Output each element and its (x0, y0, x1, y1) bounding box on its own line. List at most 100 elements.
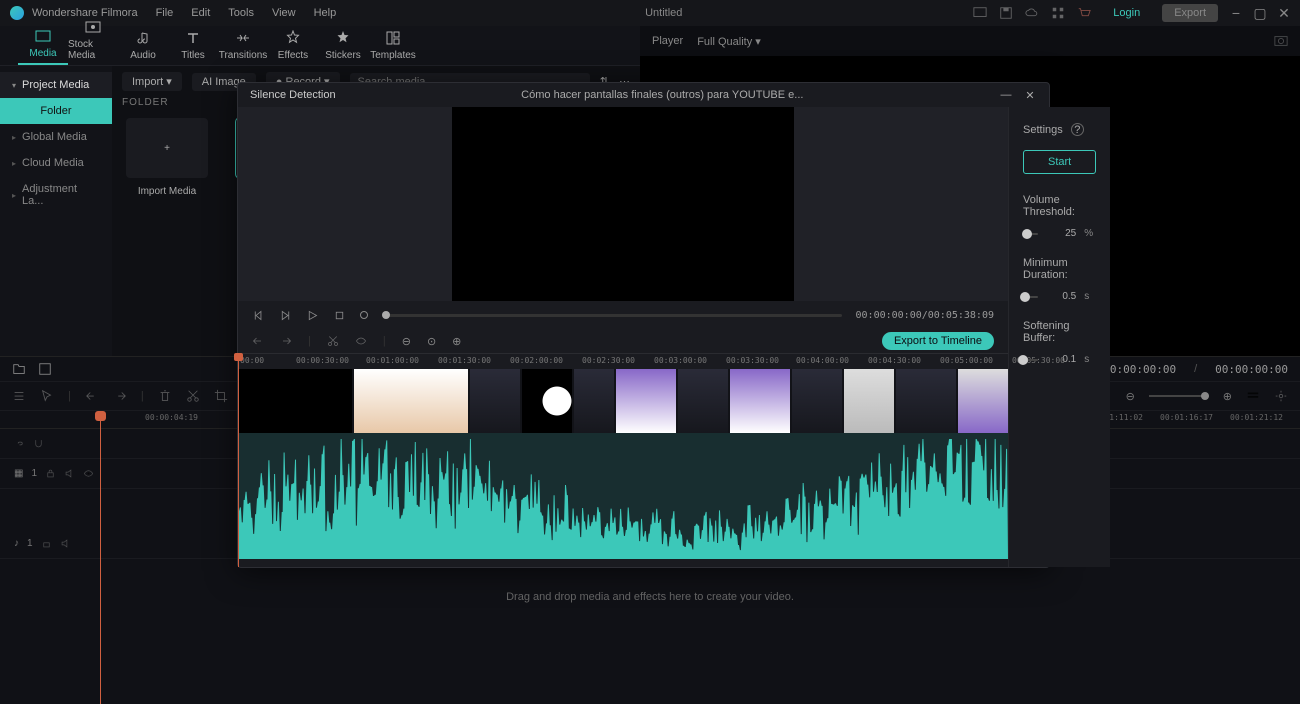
video-track-icon: ▦ (14, 468, 23, 479)
softening-buffer-unit: s (1084, 354, 1096, 365)
zoom-reset-icon[interactable]: ⊙ (427, 335, 436, 348)
eye-icon[interactable] (83, 468, 94, 479)
menu-help[interactable]: Help (314, 7, 337, 19)
modal-thumbs[interactable] (238, 369, 1008, 433)
cut-icon[interactable] (327, 335, 339, 347)
modal-playhead[interactable] (238, 353, 239, 567)
tab-media[interactable]: Media (18, 28, 68, 65)
nav-project-media[interactable]: Project Media (0, 72, 112, 98)
undo-icon[interactable] (252, 335, 264, 347)
crop-icon[interactable] (214, 389, 228, 403)
prev-icon[interactable] (279, 309, 292, 322)
adjust-icon[interactable] (12, 389, 26, 403)
tab-titles[interactable]: Titles (168, 30, 218, 65)
pointer-icon[interactable] (40, 389, 54, 403)
minimum-duration-value: 0.5 (1046, 291, 1076, 302)
cloud-icon[interactable] (1025, 6, 1039, 20)
settings-icon[interactable] (1274, 389, 1288, 403)
screen-icon[interactable] (973, 6, 987, 20)
import-dropdown[interactable]: Import ▾ (122, 72, 182, 91)
timecode-duration: 00:00:00:00 (1215, 363, 1288, 376)
lock-icon[interactable] (45, 468, 56, 479)
player-tab[interactable]: Player (652, 35, 683, 47)
menu-view[interactable]: View (272, 7, 296, 19)
volume-threshold-unit: % (1084, 228, 1096, 239)
step-back-icon[interactable] (252, 309, 265, 322)
menu-tools[interactable]: Tools (228, 7, 254, 19)
mute-icon[interactable] (60, 538, 71, 549)
modal-minimize[interactable]: — (999, 88, 1013, 102)
menu-edit[interactable]: Edit (191, 7, 210, 19)
timeline-playhead[interactable] (100, 411, 101, 704)
quality-dropdown[interactable]: Full Quality ▾ (697, 35, 761, 48)
eye-icon[interactable] (355, 335, 367, 347)
login-button[interactable]: Login (1103, 5, 1150, 21)
nav-cloud-media[interactable]: Cloud Media (0, 150, 112, 176)
nav-global-media[interactable]: Global Media (0, 124, 112, 150)
modal-filename: Cómo hacer pantallas finales (outros) pa… (336, 89, 989, 101)
tab-effects[interactable]: Effects (268, 30, 318, 65)
nav-folder[interactable]: Folder (0, 98, 112, 124)
window-maximize[interactable]: ▢ (1254, 7, 1266, 19)
modal-preview (238, 107, 1008, 301)
modal-waveform[interactable] (238, 433, 1008, 559)
cart-icon[interactable] (1077, 6, 1091, 20)
drop-hint: Drag and drop media and effects here to … (506, 591, 794, 603)
tab-audio[interactable]: Audio (118, 30, 168, 65)
folder-icon[interactable] (12, 362, 26, 376)
modal-timecode: 00:00:00:00/00:05:38:09 (856, 310, 994, 321)
export-button[interactable]: Export (1162, 4, 1218, 22)
titlebar: Wondershare Filmora File Edit Tools View… (0, 0, 1300, 26)
zoom-in-icon[interactable]: ⊕ (452, 335, 461, 348)
export-timeline-button[interactable]: Export to Timeline (882, 332, 994, 350)
softening-buffer-slider[interactable] (1023, 359, 1038, 361)
progress-bar[interactable] (382, 314, 842, 317)
app-logo-icon (10, 6, 24, 20)
info-icon[interactable]: ? (1071, 123, 1084, 136)
delete-icon[interactable] (158, 389, 172, 403)
modal-settings: Settings ? Start Volume Threshold: 25 % … (1008, 107, 1110, 567)
redo-icon[interactable] (280, 335, 292, 347)
app-name: Wondershare Filmora (32, 7, 138, 19)
start-button[interactable]: Start (1023, 150, 1096, 174)
tab-templates[interactable]: Templates (368, 30, 418, 65)
zoom-out-icon[interactable]: ⊖ (1126, 390, 1135, 403)
lock-icon[interactable] (41, 538, 52, 549)
link-icon[interactable] (14, 438, 25, 449)
expand-icon[interactable] (38, 362, 52, 376)
save-icon[interactable] (999, 6, 1013, 20)
cut-icon[interactable] (186, 389, 200, 403)
minimum-duration-unit: s (1084, 291, 1096, 302)
modal-ruler[interactable]: 00:00 00:00:30:00 00:01:00:00 00:01:30:0… (238, 353, 1008, 369)
tab-stock[interactable]: Stock Media (68, 19, 118, 65)
volume-threshold-value: 25 (1046, 228, 1076, 239)
plus-icon: + (164, 143, 170, 154)
magnet-icon[interactable] (33, 438, 44, 449)
window-close[interactable]: ✕ (1278, 7, 1290, 19)
tab-stickers[interactable]: Stickers (318, 30, 368, 65)
minimum-duration-slider[interactable] (1023, 296, 1038, 298)
view-icon[interactable] (1246, 389, 1260, 403)
menu-file[interactable]: File (156, 7, 174, 19)
snapshot-icon[interactable] (1274, 34, 1288, 48)
volume-threshold-slider[interactable] (1023, 233, 1038, 235)
silence-detection-modal: Silence Detection Cómo hacer pantallas f… (237, 82, 1050, 568)
undo-icon[interactable] (85, 389, 99, 403)
mute-icon[interactable] (64, 468, 75, 479)
side-nav: Project Media Folder Global Media Cloud … (0, 66, 112, 356)
import-media-label: Import Media (138, 186, 196, 197)
window-minimize[interactable]: − (1230, 7, 1242, 19)
zoom-out-icon[interactable]: ⊖ (402, 335, 411, 348)
tab-transitions[interactable]: Transitions (218, 30, 268, 65)
nav-adjustment-layer[interactable]: Adjustment La... (0, 176, 112, 214)
softening-buffer-label: Softening Buffer: (1023, 320, 1096, 344)
zoom-in-icon[interactable]: ⊕ (1223, 390, 1232, 403)
stop-icon[interactable] (333, 309, 346, 322)
play-icon[interactable] (306, 309, 319, 322)
modal-playback: 00:00:00:00/00:05:38:09 (238, 301, 1008, 329)
apps-icon[interactable] (1051, 6, 1065, 20)
modal-close[interactable]: ✕ (1023, 88, 1037, 102)
import-media-cell[interactable]: + Import Media (122, 118, 212, 197)
marker-dot-icon[interactable] (360, 311, 368, 319)
redo-icon[interactable] (113, 389, 127, 403)
